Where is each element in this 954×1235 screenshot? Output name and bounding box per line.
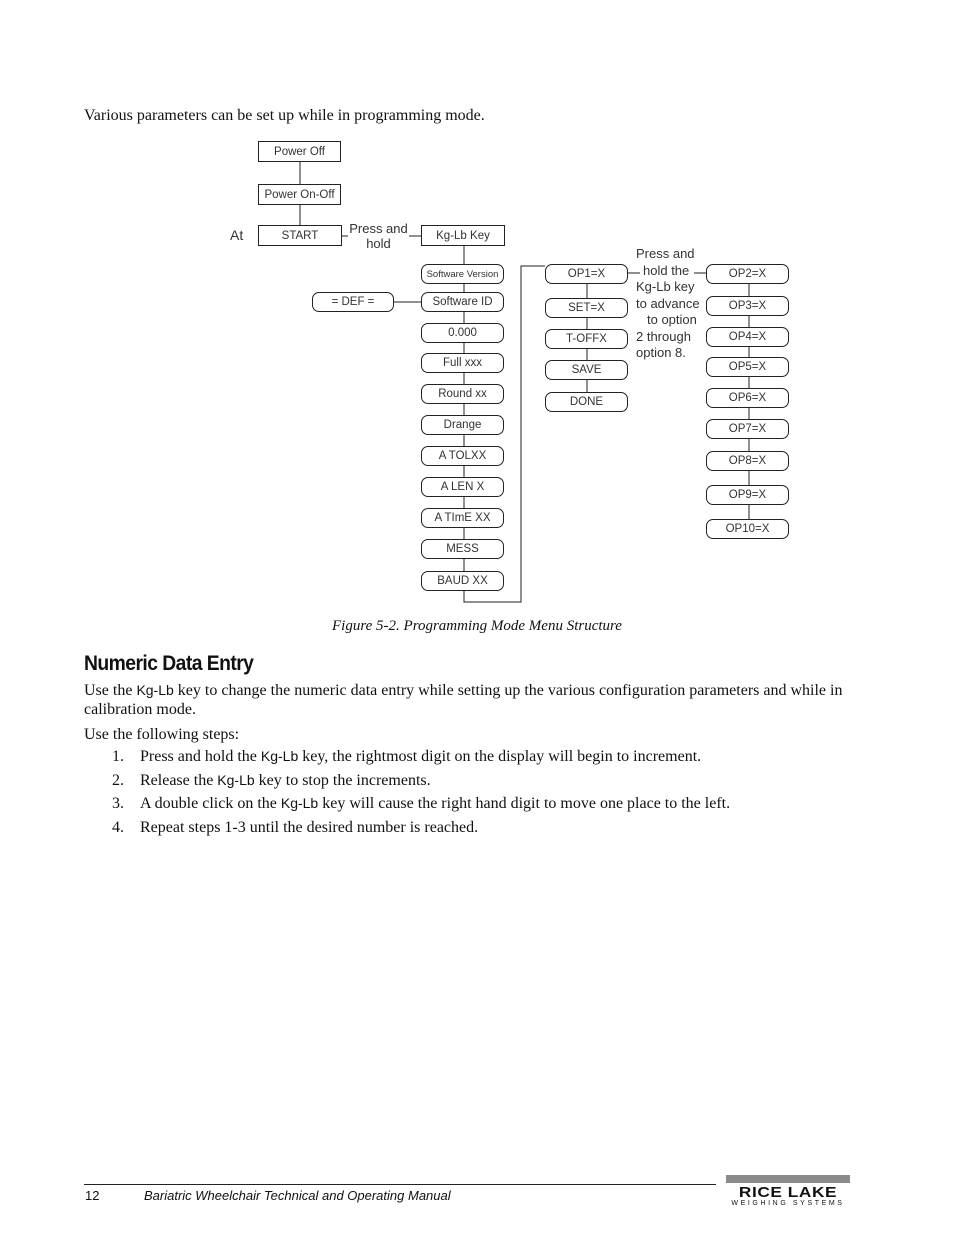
menu-item-software-version: Software Version xyxy=(421,264,504,284)
option-op8: OP8=X xyxy=(706,451,789,471)
footer-divider xyxy=(84,1184,716,1185)
menu-item-zero: 0.000 xyxy=(421,323,504,343)
advance-note-line: to option xyxy=(647,312,697,327)
option-op10: OP10=X xyxy=(706,519,789,539)
menu-item-round: Round xx xyxy=(421,384,504,404)
def-box: = DEF = xyxy=(312,292,394,312)
advance-note-line: option 8. xyxy=(636,345,686,360)
option-op7: OP7=X xyxy=(706,419,789,439)
section-paragraph: Use the Kg-Lb key to change the numeric … xyxy=(84,681,874,719)
option-op4: OP4=X xyxy=(706,327,789,347)
kg-lb-key-name: Kg-Lb xyxy=(280,795,319,812)
op-menu-item-t-off: T-OFFX xyxy=(545,329,628,349)
at-label: At xyxy=(230,227,244,243)
option-op3: OP3=X xyxy=(706,296,789,316)
step-number: 1. xyxy=(112,748,124,765)
kg-lb-key-name: Kg-Lb xyxy=(136,682,174,698)
manual-title: Bariatric Wheelchair Technical and Opera… xyxy=(144,1188,451,1203)
menu-item-drange: Drange xyxy=(421,415,504,435)
step-text: key will cause the right hand digit to m… xyxy=(318,795,731,813)
menu-item-a-tol: A TOLXX xyxy=(421,446,504,466)
op-menu-item-done: DONE xyxy=(545,392,628,412)
menu-item-a-len: A LEN X xyxy=(421,477,504,497)
step-text: Repeat steps 1-3 until the desired numbe… xyxy=(140,819,479,837)
page-number: 12 xyxy=(85,1188,100,1203)
steps-list: 1. Press and hold the Kg-Lb key, the righ… xyxy=(112,748,730,843)
option-op5: OP5=X xyxy=(706,357,789,377)
step-text: Release the xyxy=(140,771,218,789)
op-menu-item-op1: OP1=X xyxy=(545,264,628,284)
menu-item-a-time: A TImE XX xyxy=(421,508,504,528)
step-text: key, the rightmost digit on the display … xyxy=(298,748,702,765)
step-number: 3. xyxy=(112,795,124,813)
step-text: Press and hold the xyxy=(140,748,261,765)
press-hold-line: Press and xyxy=(349,221,408,236)
steps-intro: Use the following steps: xyxy=(84,726,240,743)
option-op9: OP9=X xyxy=(706,485,789,505)
kg-lb-key-name: Kg-Lb xyxy=(260,748,299,764)
logo-bar xyxy=(726,1175,850,1183)
step-number: 2. xyxy=(112,771,124,789)
advance-note-line: Press and xyxy=(636,246,695,261)
power-on-off-box: Power On-Off xyxy=(258,184,341,205)
rice-lake-logo: RICE LAKE WEIGHING SYSTEMS xyxy=(726,1175,850,1208)
op-menu-item-save: SAVE xyxy=(545,360,628,380)
press-hold-label: Press and hold xyxy=(348,221,409,251)
menu-item-software-id: Software ID xyxy=(421,292,504,312)
advance-note-line: hold the xyxy=(643,262,690,278)
step-item: 3. A double click on the Kg-Lb key will c… xyxy=(112,795,730,819)
menu-item-mess: MESS xyxy=(421,539,504,559)
menu-item-full: Full xxx xyxy=(421,353,504,373)
advance-note-line: 2 through xyxy=(636,328,691,344)
para-text: Use the xyxy=(84,682,137,699)
menu-item-baud: BAUD XX xyxy=(421,571,504,591)
op-menu-item-set: SET=X xyxy=(545,298,628,318)
power-off-box: Power Off xyxy=(258,141,341,162)
step-text: key to stop the increments. xyxy=(254,771,431,789)
logo-tagline: WEIGHING SYSTEMS xyxy=(731,1200,845,1207)
step-item: 1. Press and hold the Kg-Lb key, the righ… xyxy=(112,748,730,772)
press-hold-line: hold xyxy=(366,236,391,251)
step-item: 4. Repeat steps 1-3 until the desired num… xyxy=(112,819,730,843)
kg-lb-key-box: Kg-Lb Key xyxy=(421,225,505,246)
advance-note-line: to advance xyxy=(636,295,700,311)
kg-lb-key-name: Kg-Lb xyxy=(217,771,255,788)
start-box: START xyxy=(258,225,342,246)
figure-caption: Figure 5-2. Programming Mode Menu Struct… xyxy=(332,618,622,634)
option-op2: OP2=X xyxy=(706,264,789,284)
step-number: 4. xyxy=(112,819,124,837)
advance-note: Press and hold the Kg-Lb key to advance … xyxy=(636,246,706,362)
para-text: key to change the numeric data entry whi… xyxy=(84,682,843,718)
section-heading: Numeric Data Entry xyxy=(84,652,254,675)
option-op6: OP6=X xyxy=(706,388,789,408)
step-text: A double click on the xyxy=(140,795,281,813)
logo-wordmark: RICE LAKE xyxy=(738,1184,838,1201)
step-item: 2. Release the Kg-Lb key to stop the incr… xyxy=(112,772,730,796)
advance-note-line: Kg-Lb key xyxy=(636,279,695,294)
